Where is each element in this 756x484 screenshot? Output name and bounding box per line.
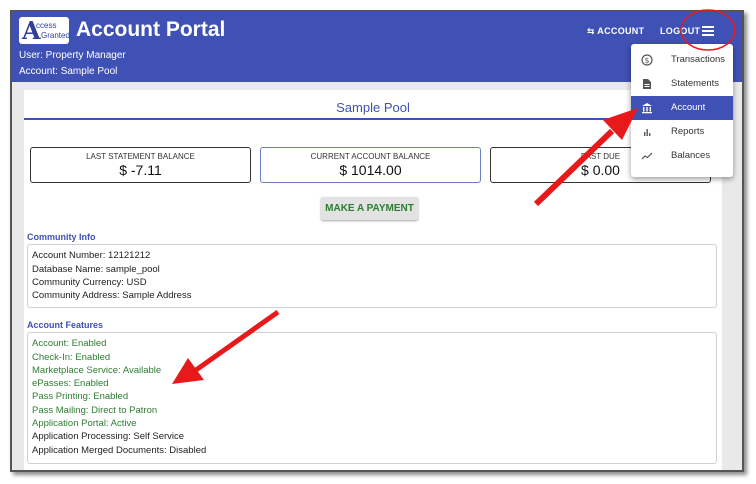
dollar-circle-icon: $ [641,54,653,66]
current-account-balance-card: CURRENT ACCOUNT BALANCE $ 1014.00 [260,147,481,183]
navigation-menu: $ Transactions Statements Account Report… [631,44,733,177]
feature-row: Application Processing: Self Service [32,431,185,442]
account-features-panel: Account: Enabled Check-In: Enabled Marke… [27,332,717,464]
user-label: User: Property Manager [19,50,126,61]
svg-text:$: $ [645,56,650,65]
info-row: Community Address: Sample Address [32,290,192,301]
info-row: Account Number: 12121212 [32,250,151,261]
account-label: Account: Sample Pool [19,66,118,77]
logo-text-bottom: Granted [41,31,70,40]
hamburger-menu-icon[interactable] [702,25,716,37]
feature-row: Marketplace Service: Available [32,365,162,376]
browser-window: A ccess Granted Account Portal User: Pro… [10,10,744,472]
menu-item-label: Account [671,102,706,113]
feature-row: Check-In: Enabled [32,352,111,363]
feature-row: Account: Enabled [32,338,107,349]
access-granted-logo[interactable]: A ccess Granted [19,16,70,45]
menu-item-label: Transactions [671,54,726,65]
make-payment-button[interactable]: MAKE A PAYMENT [321,197,418,220]
page-title: Sample Pool [336,100,410,115]
title-divider [24,118,722,120]
logout-button[interactable]: LOGOUT [660,26,700,36]
last-statement-balance-card: LAST STATEMENT BALANCE $ -7.11 [30,147,251,183]
bank-icon [642,103,652,114]
info-row: Community Currency: USD [32,277,147,288]
feature-row: ePasses: Enabled [32,378,109,389]
community-info-panel: Account Number: 12121212 Database Name: … [27,244,717,308]
menu-item-reports[interactable]: Reports [631,120,733,144]
menu-item-label: Reports [671,126,705,137]
info-row: Database Name: sample_pool [32,264,160,275]
balance-label: CURRENT ACCOUNT BALANCE [310,152,431,161]
balance-label: LAST STATEMENT BALANCE [86,152,195,161]
balance-value: $ 1014.00 [339,162,402,178]
app-title: Account Portal [76,18,226,41]
feature-row: Pass Mailing: Direct to Patron [32,405,158,416]
trend-line-icon [641,152,653,160]
main-content: Sample Pool LAST STATEMENT BALANCE $ -7.… [24,90,722,470]
account-features-heading: Account Features [27,320,104,330]
menu-item-statements[interactable]: Statements [631,72,733,96]
feature-row: Application Merged Documents: Disabled [32,445,207,456]
menu-item-transactions[interactable]: $ Transactions [631,48,733,72]
feature-row: Pass Printing: Enabled [32,391,129,402]
menu-item-balances[interactable]: Balances [631,144,733,168]
bar-chart-icon [644,129,651,136]
feature-row: Application Portal: Active [32,418,137,429]
menu-item-label: Balances [671,150,711,161]
menu-item-account[interactable]: Account [631,96,733,120]
switch-account-button[interactable]: ⇆ ACCOUNT [587,26,644,37]
logo-text-top: ccess [36,21,57,30]
document-icon [643,79,651,89]
balance-value: $ -7.11 [119,162,162,178]
community-info-heading: Community Info [27,232,96,242]
menu-item-label: Statements [671,78,720,89]
